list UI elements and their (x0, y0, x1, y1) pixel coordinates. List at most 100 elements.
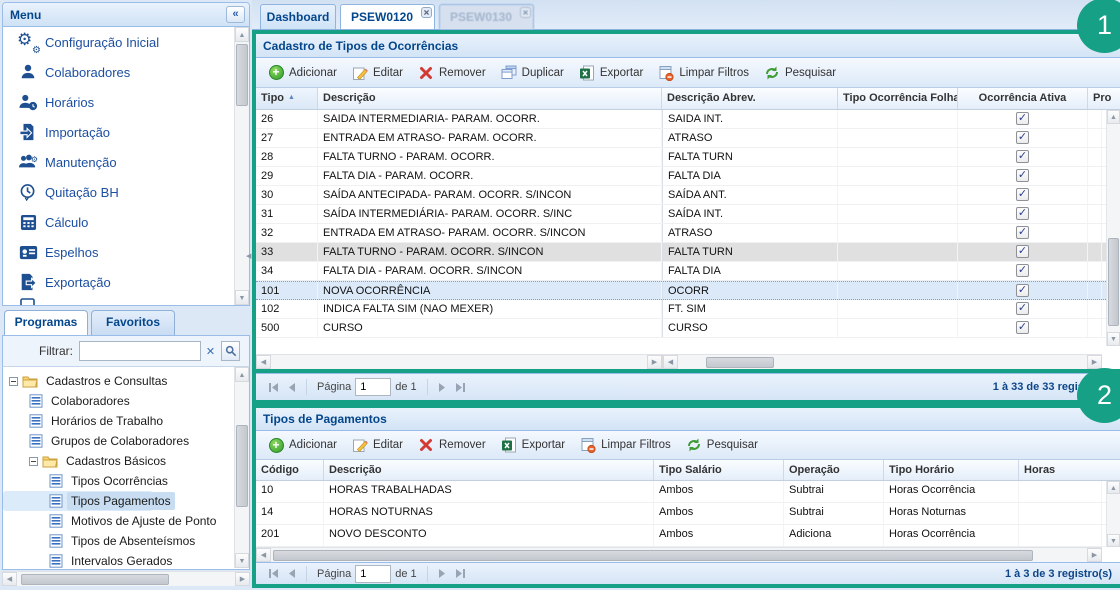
checkbox-cell[interactable]: ✓ (958, 319, 1088, 337)
clear-filter-icon[interactable]: ✕ (201, 341, 220, 361)
grid-row[interactable]: 27ENTRADA EM ATRASO- PARAM. OCORR.ATRASO… (256, 129, 1120, 148)
tree-node-horarios-de-trabalho[interactable]: Horários de Trabalho (3, 411, 249, 431)
menu-item-partial[interactable] (3, 297, 249, 305)
column-header-descricao[interactable]: Descrição (318, 88, 662, 109)
scroll-down-icon[interactable]: ▼ (1107, 332, 1120, 346)
search-icon[interactable] (221, 341, 240, 361)
checkbox-cell[interactable]: ✓ (958, 262, 1088, 280)
exportar-button[interactable]: Exportar (497, 435, 572, 455)
grid-row[interactable]: 26SAIDA INTERMEDIARIA- PARAM. OCORR.SAID… (256, 110, 1120, 129)
first-page-icon[interactable] (264, 565, 282, 583)
checkbox-cell[interactable]: ✓ (958, 300, 1088, 318)
checkbox-cell[interactable]: ✓ (958, 205, 1088, 223)
scroll-left-icon[interactable]: ◀ (2, 572, 17, 586)
checkbox-checked-icon[interactable]: ✓ (1016, 131, 1029, 144)
grid-row[interactable]: 33FALTA TURNO - PARAM. OCORR. S/INCONFAL… (256, 243, 1120, 262)
editar-button[interactable]: Editar (348, 63, 410, 83)
checkbox-checked-icon[interactable]: ✓ (1016, 245, 1029, 258)
remover-button[interactable]: Remover (414, 435, 493, 455)
checkbox-checked-icon[interactable]: ✓ (1016, 207, 1029, 220)
grid-row[interactable]: 34FALTA DIA - PARAM. OCORR. S/INCONFALTA… (256, 262, 1120, 281)
column-header-tipo[interactable]: Tipo▲ (256, 88, 318, 109)
menu-item-colaboradores[interactable]: Colaboradores (3, 57, 249, 87)
menu-item-quitacao-bh[interactable]: Quitação BH (3, 177, 249, 207)
menu-item-importacao[interactable]: Importação (3, 117, 249, 147)
grid2-vertical-scrollbar[interactable]: ▲ ▼ (1106, 481, 1120, 547)
remover-button[interactable]: Remover (414, 63, 493, 83)
close-tab-icon[interactable] (421, 7, 432, 18)
tree-node-cadastros-basicos[interactable]: Cadastros Básicos (3, 451, 249, 471)
column-header-tipo-ocorrencia-folha[interactable]: Tipo Ocorrência Folha (838, 88, 958, 109)
grid-row[interactable]: 201NOVO DESCONTOAmbosAdicionaHoras Ocorr… (256, 525, 1120, 547)
menu-item-configuracao-inicial[interactable]: ⚙⚙ Configuração Inicial (3, 27, 249, 57)
menu-item-horarios[interactable]: Horários (3, 87, 249, 117)
tree-node-tipos-de-absenteismos[interactable]: Tipos de Absenteísmos (3, 531, 249, 551)
close-tab-icon[interactable] (520, 7, 531, 18)
filter-input[interactable] (79, 341, 201, 361)
tree-node-intervalos-gerados[interactable]: Intervalos Gerados (3, 551, 249, 570)
grid-row[interactable]: 10HORAS TRABALHADASAmbosSubtraiHoras Oco… (256, 481, 1120, 503)
scroll-thumb[interactable] (1108, 238, 1119, 326)
tree-node-tipos-ocorrencias[interactable]: Tipos Ocorrências (3, 471, 249, 491)
page-number-input[interactable] (355, 378, 391, 396)
tab-psew0130[interactable]: PSEW0130 (439, 4, 534, 29)
tree-node-tipos-pagamentos[interactable]: Tipos Pagamentos (3, 491, 153, 511)
checkbox-cell[interactable]: ✓ (958, 129, 1088, 147)
previous-page-icon[interactable] (282, 565, 300, 583)
column-header-pro[interactable]: Pro (1088, 88, 1116, 109)
pesquisar-button[interactable]: Pesquisar (760, 63, 843, 83)
column-header-descricao[interactable]: Descrição (324, 460, 654, 480)
column-header-horas[interactable]: Horas (1019, 460, 1102, 480)
scroll-up-icon[interactable]: ▲ (1107, 481, 1120, 494)
tree-node-cadastros-e-consultas[interactable]: Cadastros e Consultas (3, 371, 249, 391)
checkbox-cell[interactable]: ✓ (958, 148, 1088, 166)
tab-psew0120[interactable]: PSEW0120 (340, 4, 435, 29)
scroll-up-icon[interactable]: ▲ (235, 367, 249, 382)
column-header-descricao-abrev[interactable]: Descrição Abrev. (662, 88, 838, 109)
column-header-tipo-salario[interactable]: Tipo Salário (654, 460, 784, 480)
checkbox-checked-icon[interactable]: ✓ (1016, 321, 1029, 334)
menu-item-espelhos[interactable]: Espelhos (3, 237, 249, 267)
checkbox-cell[interactable]: ✓ (958, 167, 1088, 185)
column-header-tipo-horario[interactable]: Tipo Horário (884, 460, 1019, 480)
tree-horizontal-scrollbar[interactable]: ◀ ▶ (2, 571, 250, 586)
scroll-left-icon[interactable]: ◀ (256, 355, 271, 369)
tab-dashboard[interactable]: Dashboard (260, 4, 336, 29)
collapse-node-icon[interactable] (9, 377, 18, 386)
tab-favoritos[interactable]: Favoritos (91, 310, 175, 335)
previous-page-icon[interactable] (282, 378, 300, 396)
checkbox-cell[interactable]: ✓ (958, 186, 1088, 204)
checkbox-cell[interactable]: ✓ (958, 224, 1088, 242)
tree-node-grupos-de-colaboradores[interactable]: Grupos de Colaboradores (3, 431, 249, 451)
checkbox-checked-icon[interactable]: ✓ (1016, 169, 1029, 182)
tree-node-colaboradores[interactable]: Colaboradores (3, 391, 249, 411)
grid2-horizontal-scrollbar[interactable]: ◀ ▶ (256, 547, 1102, 562)
adicionar-button[interactable]: + Adicionar (264, 435, 344, 455)
grid-row[interactable]: 32ENTRADA EM ATRASO- PARAM. OCORR. S/INC… (256, 224, 1120, 243)
column-header-ocorrencia-ativa[interactable]: Ocorrência Ativa (958, 88, 1088, 109)
grid1-vertical-scrollbar[interactable]: ▲ ▼ (1106, 110, 1120, 346)
scroll-right-icon[interactable]: ▶ (1087, 355, 1102, 369)
scroll-left-icon[interactable]: ◀ (663, 355, 678, 369)
scroll-up-icon[interactable]: ▲ (1107, 110, 1120, 124)
checkbox-cell[interactable]: ✓ (958, 110, 1088, 128)
grid-row[interactable]: 28FALTA TURNO - PARAM. OCORR.FALTA TURN✓ (256, 148, 1120, 167)
tree-vertical-scrollbar[interactable]: ▲ ▼ (234, 367, 249, 568)
limpar-filtros-button[interactable]: Limpar Filtros (654, 63, 756, 83)
checkbox-checked-icon[interactable]: ✓ (1016, 302, 1029, 315)
checkbox-checked-icon[interactable]: ✓ (1016, 112, 1029, 125)
tree-node-motivos-de-ajuste-de-ponto[interactable]: Motivos de Ajuste de Ponto (3, 511, 249, 531)
duplicar-button[interactable]: Duplicar (497, 63, 571, 83)
exportar-button[interactable]: Exportar (575, 63, 650, 83)
checkbox-checked-icon[interactable]: ✓ (1016, 150, 1029, 163)
grid-row[interactable]: 500CURSOCURSO✓ (256, 319, 1120, 338)
adicionar-button[interactable]: + Adicionar (264, 63, 344, 83)
scroll-up-icon[interactable]: ▲ (235, 27, 249, 42)
menu-vertical-scrollbar[interactable]: ▲ ▼ (234, 27, 249, 305)
menu-item-calculo[interactable]: Cálculo (3, 207, 249, 237)
pesquisar-button[interactable]: Pesquisar (682, 435, 765, 455)
scroll-left-icon[interactable]: ◀ (256, 548, 271, 562)
tab-programas[interactable]: Programas (4, 310, 88, 335)
scroll-down-icon[interactable]: ▼ (1107, 534, 1120, 547)
scroll-right-icon[interactable]: ▶ (1087, 548, 1102, 562)
